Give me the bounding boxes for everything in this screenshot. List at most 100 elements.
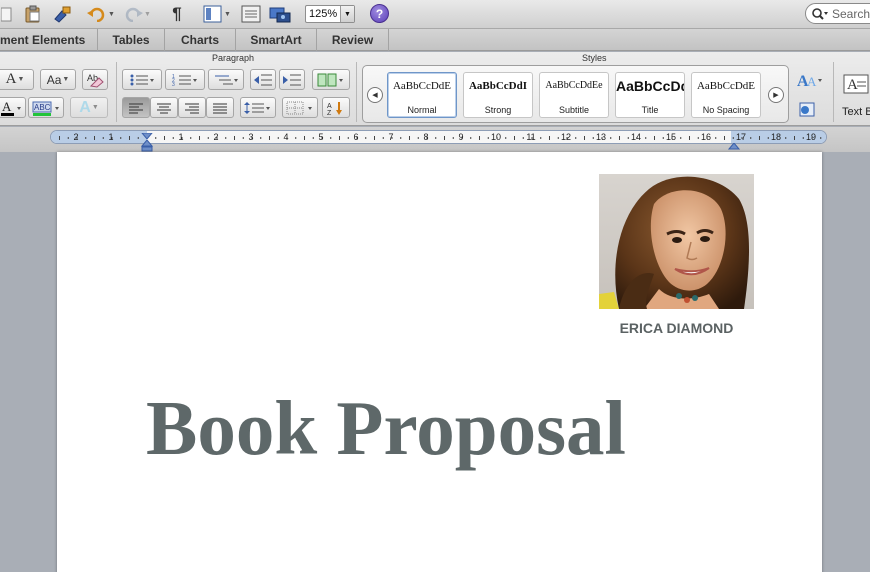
author-photo[interactable] bbox=[599, 174, 754, 309]
bullets-button[interactable] bbox=[122, 69, 162, 90]
change-styles-button[interactable]: AA bbox=[796, 69, 824, 91]
format-painter-icon[interactable] bbox=[50, 3, 74, 25]
group-separator bbox=[833, 62, 834, 122]
ruler-number: 10 bbox=[490, 132, 501, 142]
document-title: Book Proposal bbox=[146, 385, 626, 471]
styles-group-label: Styles bbox=[582, 53, 607, 63]
view-layout-button[interactable]: ▼ bbox=[200, 3, 234, 25]
ruler-number: 2 bbox=[73, 132, 79, 142]
highlight-icon: ABC bbox=[32, 101, 59, 116]
numbering-button[interactable]: 123 bbox=[165, 69, 205, 90]
sort-button[interactable]: AZ bbox=[322, 97, 350, 118]
pilcrow-icon[interactable]: ¶ bbox=[168, 3, 186, 25]
style-caption: Subtitle bbox=[558, 105, 590, 115]
sidebar-icon[interactable] bbox=[240, 3, 262, 25]
text-effects-button[interactable]: A ▼ bbox=[70, 97, 108, 118]
clear-formatting-icon: Ab bbox=[87, 73, 104, 88]
styles-gallery: ◀ AaBbCcDdE Normal AaBbCcDdI Strong AaBb… bbox=[362, 65, 789, 123]
ruler-number: 8 bbox=[423, 132, 429, 142]
increase-indent-button[interactable] bbox=[279, 69, 305, 90]
columns-button[interactable] bbox=[312, 69, 350, 90]
ruler-number: 13 bbox=[595, 132, 606, 142]
tab-document-elements[interactable]: ment Elements bbox=[0, 29, 98, 51]
change-case-icon: Aa bbox=[46, 72, 62, 87]
line-spacing-button[interactable] bbox=[240, 97, 276, 118]
partial-toolbar-icon[interactable] bbox=[0, 3, 14, 25]
svg-text:3: 3 bbox=[172, 82, 175, 87]
multilevel-list-icon bbox=[215, 75, 238, 84]
ruler-number: 18 bbox=[770, 132, 781, 142]
decrease-indent-icon bbox=[254, 74, 272, 85]
svg-text:ABC: ABC bbox=[34, 103, 51, 112]
style-normal[interactable]: AaBbCcDdE Normal bbox=[387, 72, 457, 118]
bullets-icon bbox=[130, 74, 154, 85]
group-separator bbox=[356, 62, 357, 122]
help-button[interactable]: ? bbox=[370, 4, 389, 23]
svg-text:A: A bbox=[807, 74, 817, 89]
style-caption: No Spacing bbox=[702, 105, 750, 115]
ruler-number: 2 bbox=[213, 132, 219, 142]
align-left-icon bbox=[129, 103, 143, 113]
manage-styles-icon bbox=[799, 102, 815, 117]
style-sample: AaBbCcDdE bbox=[696, 80, 756, 92]
change-case-button[interactable]: Aa ▼ bbox=[40, 69, 76, 90]
style-title[interactable]: AaBbCcDd Title bbox=[615, 72, 685, 118]
ruler-number: 6 bbox=[353, 132, 359, 142]
increase-indent-icon bbox=[283, 74, 301, 85]
zoom-select[interactable]: 125% ▼ bbox=[305, 5, 355, 23]
undo-button[interactable]: ▼ bbox=[84, 3, 118, 25]
ruler-number: 14 bbox=[630, 132, 641, 142]
paste-icon[interactable] bbox=[22, 3, 44, 25]
style-no-spacing[interactable]: AaBbCcDdE No Spacing bbox=[691, 72, 761, 118]
media-browser-icon[interactable] bbox=[268, 3, 292, 25]
ribbon-body: A ▼ Aa ▼ Ab A ABC A ▼ Paragraph 123 A Z … bbox=[0, 52, 870, 126]
svg-text:Z: Z bbox=[327, 110, 332, 116]
tab-smartart[interactable]: SmartArt bbox=[236, 29, 317, 51]
zoom-value: 125% bbox=[309, 8, 338, 20]
gallery-prev-button[interactable]: ◀ bbox=[367, 87, 383, 103]
align-right-button[interactable] bbox=[178, 97, 206, 118]
borders-button[interactable] bbox=[282, 97, 318, 118]
ruler-number: 3 bbox=[248, 132, 254, 142]
align-center-icon bbox=[157, 103, 171, 113]
standard-toolbar: ▼ ▼ ¶ ▼ 125% ▼ ? Search bbox=[0, 0, 870, 29]
borders-icon bbox=[286, 101, 312, 114]
style-sample: AaBbCcDd bbox=[616, 78, 684, 94]
ruler-number: 1 bbox=[178, 132, 184, 142]
numbering-icon: 123 bbox=[172, 74, 197, 87]
ruler-number: 5 bbox=[318, 132, 324, 142]
svg-text:A: A bbox=[847, 77, 858, 93]
font-size-grow-button[interactable]: A ▼ bbox=[0, 69, 34, 90]
align-right-icon bbox=[185, 103, 199, 113]
font-a-icon: A bbox=[5, 71, 17, 87]
manage-styles-button[interactable] bbox=[796, 98, 820, 120]
clear-formatting-button[interactable]: Ab bbox=[82, 69, 108, 90]
font-color-button[interactable]: A bbox=[0, 97, 26, 118]
multilevel-list-button[interactable] bbox=[208, 69, 244, 90]
redo-button[interactable]: ▼ bbox=[120, 3, 154, 25]
align-center-button[interactable] bbox=[150, 97, 178, 118]
chevron-down-icon[interactable]: ▼ bbox=[340, 6, 354, 22]
ruler-number: 12 bbox=[560, 132, 571, 142]
style-caption: Strong bbox=[484, 105, 512, 115]
tab-charts[interactable]: Charts bbox=[165, 29, 236, 51]
gallery-next-button[interactable]: ▶ bbox=[768, 87, 784, 103]
decrease-indent-button[interactable] bbox=[250, 69, 276, 90]
justify-button[interactable] bbox=[206, 97, 234, 118]
style-sample: AaBbCcDdEe bbox=[545, 80, 603, 91]
style-subtitle[interactable]: AaBbCcDdEe Subtitle bbox=[539, 72, 609, 118]
tab-review[interactable]: Review bbox=[317, 29, 389, 51]
line-spacing-icon bbox=[244, 101, 270, 114]
text-box-label: Text B bbox=[842, 106, 870, 118]
ruler-number: 11 bbox=[526, 132, 536, 142]
justify-icon bbox=[213, 103, 227, 113]
align-left-button[interactable] bbox=[122, 97, 150, 118]
style-strong[interactable]: AaBbCcDdI Strong bbox=[463, 72, 533, 118]
text-box-icon[interactable]: A bbox=[842, 73, 870, 95]
tab-tables[interactable]: Tables bbox=[98, 29, 165, 51]
search-field[interactable]: Search bbox=[805, 3, 870, 24]
highlight-button[interactable]: ABC bbox=[28, 97, 64, 118]
ruler-number: 4 bbox=[283, 132, 289, 142]
ruler-number: 7 bbox=[388, 132, 394, 142]
ribbon-tab-bar: ment Elements Tables Charts SmartArt Rev… bbox=[0, 29, 870, 51]
